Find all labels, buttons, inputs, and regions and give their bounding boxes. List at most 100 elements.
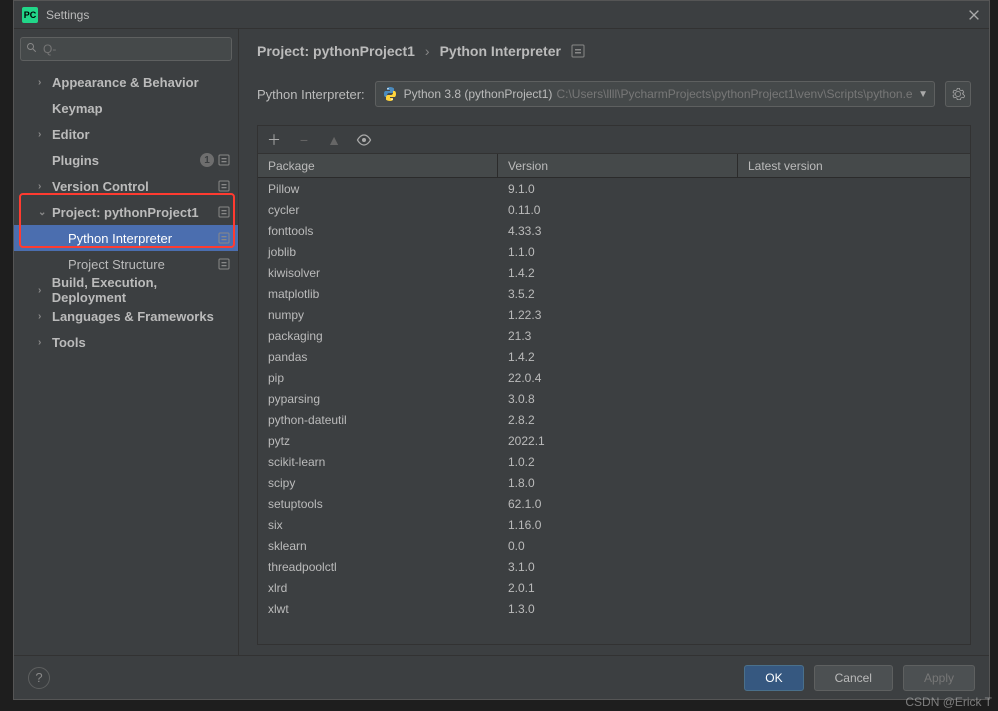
package-latest — [738, 493, 970, 514]
chevron-right-icon: › — [38, 181, 48, 192]
package-row[interactable]: python-dateutil2.8.2 — [258, 409, 970, 430]
tree-item-tools[interactable]: ›Tools — [14, 329, 238, 355]
package-latest — [738, 304, 970, 325]
package-row[interactable]: scikit-learn1.0.2 — [258, 451, 970, 472]
package-name: fonttools — [258, 220, 498, 241]
package-row[interactable]: numpy1.22.3 — [258, 304, 970, 325]
tree-item-label: Keymap — [52, 101, 103, 116]
tree-item-keymap[interactable]: Keymap — [14, 95, 238, 121]
package-row[interactable]: matplotlib3.5.2 — [258, 283, 970, 304]
package-row[interactable]: fonttools4.33.3 — [258, 220, 970, 241]
tree-item-project-pythonproject1[interactable]: ⌄Project: pythonProject1 — [14, 199, 238, 225]
package-name: pyparsing — [258, 388, 498, 409]
package-version: 3.1.0 — [498, 556, 738, 577]
breadcrumb-leaf: Python Interpreter — [440, 43, 561, 59]
package-version: 1.3.0 — [498, 598, 738, 619]
tree-item-label: Appearance & Behavior — [52, 75, 199, 90]
package-name: pytz — [258, 430, 498, 451]
package-row[interactable]: joblib1.1.0 — [258, 241, 970, 262]
chevron-right-icon: › — [38, 77, 48, 88]
tree-item-label: Project: pythonProject1 — [52, 205, 199, 220]
package-row[interactable]: pandas1.4.2 — [258, 346, 970, 367]
tree-item-build-execution-deployment[interactable]: ›Build, Execution, Deployment — [14, 277, 238, 303]
package-name: pip — [258, 367, 498, 388]
add-package-button[interactable]: ＋ — [266, 132, 282, 148]
package-version: 4.33.3 — [498, 220, 738, 241]
tree-item-editor[interactable]: ›Editor — [14, 121, 238, 147]
package-row[interactable]: sklearn0.0 — [258, 535, 970, 556]
package-name: cycler — [258, 199, 498, 220]
interpreter-label: Python Interpreter: — [257, 87, 365, 102]
tree-item-python-interpreter[interactable]: Python Interpreter — [14, 225, 238, 251]
package-row[interactable]: setuptools62.1.0 — [258, 493, 970, 514]
column-package[interactable]: Package — [258, 154, 498, 177]
settings-tree: ›Appearance & BehaviorKeymap›EditorPlugi… — [14, 67, 238, 655]
package-name: Pillow — [258, 178, 498, 199]
interpreter-settings-button[interactable] — [945, 81, 971, 107]
main-panel: Project: pythonProject1 › Python Interpr… — [239, 29, 989, 655]
package-row[interactable]: threadpoolctl3.1.0 — [258, 556, 970, 577]
column-latest[interactable]: Latest version — [738, 154, 970, 177]
package-row[interactable]: six1.16.0 — [258, 514, 970, 535]
chevron-right-icon: › — [38, 129, 48, 140]
package-latest — [738, 283, 970, 304]
package-name: scipy — [258, 472, 498, 493]
titlebar: PC Settings — [14, 1, 989, 29]
dialog-footer: ? OK Cancel Apply — [14, 655, 989, 699]
package-row[interactable]: pip22.0.4 — [258, 367, 970, 388]
package-latest — [738, 325, 970, 346]
package-row[interactable]: kiwisolver1.4.2 — [258, 262, 970, 283]
package-row[interactable]: xlrd2.0.1 — [258, 577, 970, 598]
tree-item-plugins[interactable]: Plugins1 — [14, 147, 238, 173]
tree-item-label: Tools — [52, 335, 86, 350]
tree-item-languages-frameworks[interactable]: › Languages & Frameworks — [14, 303, 238, 329]
package-latest — [738, 472, 970, 493]
package-name: setuptools — [258, 493, 498, 514]
package-latest — [738, 556, 970, 577]
package-latest — [738, 451, 970, 472]
tree-item-version-control[interactable]: › Version Control — [14, 173, 238, 199]
package-latest — [738, 430, 970, 451]
tree-item-label: Plugins — [52, 153, 99, 168]
column-version[interactable]: Version — [498, 154, 738, 177]
interpreter-dropdown[interactable]: Python 3.8 (pythonProject1) C:\Users\lll… — [375, 81, 935, 107]
package-name: six — [258, 514, 498, 535]
package-row[interactable]: Pillow9.1.0 — [258, 178, 970, 199]
packages-header: Package Version Latest version — [258, 154, 970, 178]
search-icon — [26, 42, 38, 54]
apply-button[interactable]: Apply — [903, 665, 975, 691]
scope-icon — [218, 258, 230, 270]
packages-list[interactable]: Pillow9.1.0cycler0.11.0fonttools4.33.3jo… — [258, 178, 970, 644]
show-early-releases-button[interactable] — [356, 132, 372, 148]
package-name: joblib — [258, 241, 498, 262]
package-name: numpy — [258, 304, 498, 325]
package-latest — [738, 535, 970, 556]
search-input[interactable] — [20, 37, 232, 61]
tree-item-label: Version Control — [52, 179, 149, 194]
scope-icon — [218, 206, 230, 218]
package-row[interactable]: cycler0.11.0 — [258, 199, 970, 220]
package-row[interactable]: scipy1.8.0 — [258, 472, 970, 493]
help-button[interactable]: ? — [28, 667, 50, 689]
package-name: packaging — [258, 325, 498, 346]
tree-item-appearance-behavior[interactable]: › Appearance & Behavior — [14, 69, 238, 95]
package-row[interactable]: pyparsing3.0.8 — [258, 388, 970, 409]
sidebar: ›Appearance & BehaviorKeymap›EditorPlugi… — [14, 29, 239, 655]
upgrade-package-button[interactable]: ▲ — [326, 132, 342, 148]
chevron-right-icon: › — [38, 311, 48, 322]
package-latest — [738, 409, 970, 430]
ok-button[interactable]: OK — [744, 665, 803, 691]
tree-item-label: Languages & Frameworks — [52, 309, 214, 324]
package-latest — [738, 262, 970, 283]
chevron-right-icon: › — [38, 285, 48, 296]
packages-panel: ＋ − ▲ Package Version Latest version Pil… — [257, 125, 971, 645]
close-icon[interactable] — [967, 8, 981, 22]
window-title: Settings — [46, 8, 967, 22]
package-row[interactable]: packaging21.3 — [258, 325, 970, 346]
remove-package-button[interactable]: − — [296, 132, 312, 148]
tree-item-project-structure[interactable]: Project Structure — [14, 251, 238, 277]
package-row[interactable]: xlwt1.3.0 — [258, 598, 970, 619]
cancel-button[interactable]: Cancel — [814, 665, 893, 691]
package-latest — [738, 199, 970, 220]
package-row[interactable]: pytz2022.1 — [258, 430, 970, 451]
